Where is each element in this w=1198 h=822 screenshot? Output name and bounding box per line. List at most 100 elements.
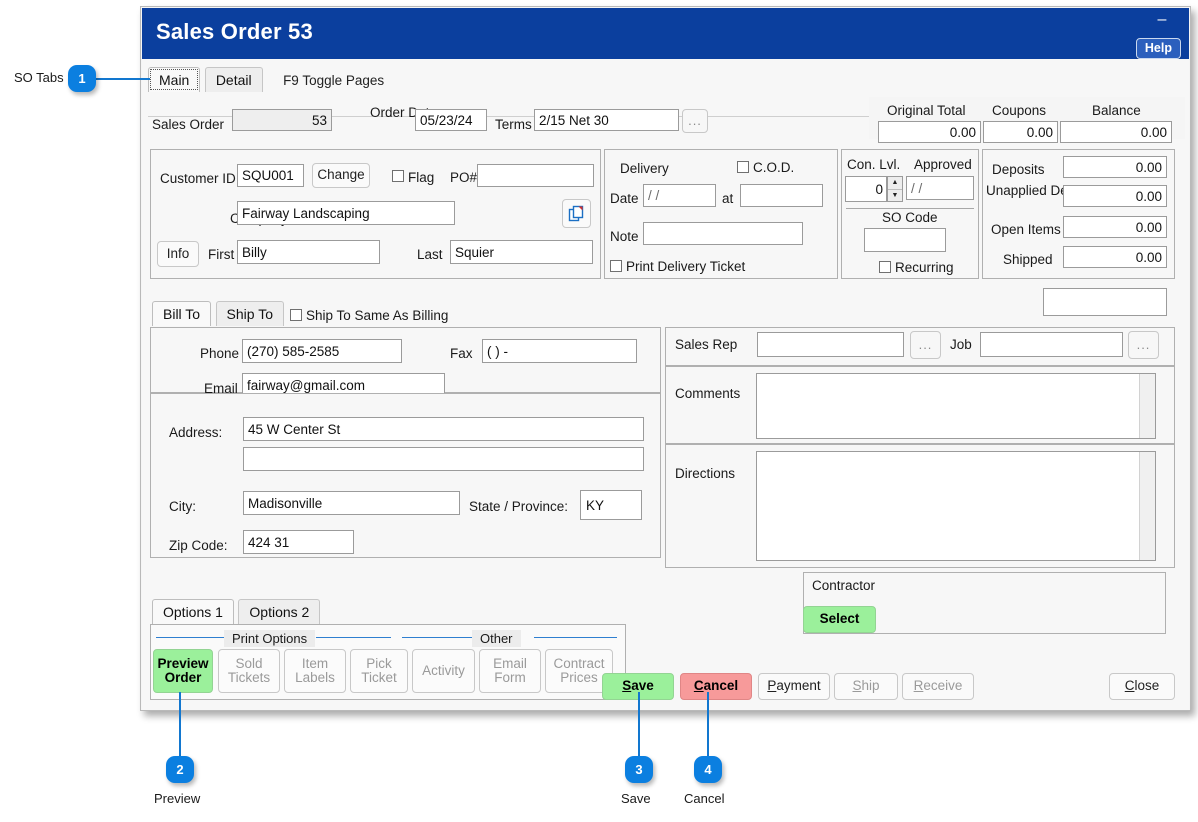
- tab-options-2[interactable]: Options 2: [238, 599, 321, 624]
- flag-checkbox[interactable]: [392, 170, 404, 182]
- spinner-up-icon[interactable]: ▲: [888, 177, 902, 190]
- so-tabs: Main Detail F9 Toggle Pages: [148, 67, 384, 92]
- copy-company-button[interactable]: [562, 199, 591, 228]
- address-line1-field[interactable]: 45 W Center St: [243, 417, 644, 441]
- po-number-field[interactable]: [477, 164, 594, 187]
- comments-textarea[interactable]: [756, 373, 1156, 439]
- tab-ship-to[interactable]: Ship To: [215, 301, 284, 326]
- contractor-title: Contractor: [812, 578, 876, 593]
- last-name-label: Last: [417, 247, 443, 262]
- delivery-date-label: Date: [610, 191, 639, 206]
- delivery-at-field[interactable]: [740, 184, 823, 207]
- phone-field[interactable]: (270) 585-2585: [242, 339, 402, 363]
- approved-date-field[interactable]: / /: [906, 176, 974, 200]
- callout-badge-2: 2: [166, 756, 194, 783]
- ship-button[interactable]: Ship: [834, 673, 898, 700]
- email-form-button[interactable]: Email Form: [479, 649, 541, 693]
- pick-ticket-line2: Ticket: [361, 670, 397, 685]
- state-province-label: State / Province:: [469, 499, 569, 514]
- window-titlebar: Sales Order 53 – Help: [142, 8, 1189, 59]
- order-date-field[interactable]: 05/23/24: [415, 109, 487, 131]
- item-labels-button[interactable]: Item Labels: [284, 649, 346, 693]
- so-code-field[interactable]: [864, 228, 946, 252]
- sales-rep-field[interactable]: [757, 332, 904, 357]
- sold-tickets-line2: Tickets: [227, 670, 271, 685]
- receive-button[interactable]: Receive: [902, 673, 974, 700]
- spinner-down-icon[interactable]: ▼: [888, 190, 902, 202]
- fax-field[interactable]: ( ) -: [482, 339, 637, 363]
- delivery-note-field[interactable]: [643, 222, 803, 245]
- terms-browse-button[interactable]: ...: [682, 109, 708, 133]
- change-customer-button[interactable]: Change: [312, 163, 370, 188]
- tab-detail[interactable]: Detail: [204, 67, 263, 92]
- email-form-line2: Form: [494, 670, 526, 685]
- ship-to-same-as-billing-checkbox[interactable]: [290, 309, 302, 321]
- con-lvl-spinner[interactable]: ▲ ▼: [887, 176, 903, 202]
- print-options-separator-left: [156, 637, 224, 638]
- tab-options-1[interactable]: Options 1: [152, 599, 234, 624]
- help-button[interactable]: Help: [1135, 38, 1181, 59]
- info-button[interactable]: Info: [157, 241, 199, 267]
- last-name-field[interactable]: Squier: [450, 240, 593, 264]
- sold-tickets-button[interactable]: Sold Tickets: [218, 649, 280, 693]
- cod-checkbox[interactable]: [737, 161, 749, 173]
- payment-accel: P: [767, 678, 777, 694]
- directions-textarea[interactable]: [756, 451, 1156, 561]
- preview-order-line1: Preview: [157, 655, 209, 671]
- open-items-field: 0.00: [1063, 216, 1167, 238]
- copy-icon: [568, 205, 584, 222]
- sales-order-label: Sales Order: [152, 117, 225, 132]
- close-rest: lose: [1134, 678, 1160, 694]
- delivery-title: Delivery: [620, 161, 669, 176]
- tab-bill-to[interactable]: Bill To: [152, 301, 212, 326]
- recurring-checkbox[interactable]: [879, 261, 891, 273]
- tabs-hint-label: F9 Toggle Pages: [283, 73, 385, 88]
- pick-ticket-button[interactable]: Pick Ticket: [350, 649, 408, 693]
- first-name-field[interactable]: Billy: [237, 240, 380, 264]
- city-field[interactable]: Madisonville: [243, 491, 460, 515]
- item-labels-line1: Item: [301, 655, 329, 671]
- unapplied-deposits-label: Unapplied Deposits: [986, 183, 1103, 198]
- callout-badge-4: 4: [694, 756, 722, 783]
- print-delivery-ticket-checkbox[interactable]: [610, 260, 622, 272]
- deposits-field: 0.00: [1063, 156, 1167, 178]
- job-label: Job: [950, 337, 972, 352]
- coupons-field: 0.00: [983, 121, 1058, 143]
- delivery-date-field[interactable]: / /: [643, 184, 716, 207]
- sales-rep-browse-button[interactable]: ...: [910, 331, 941, 359]
- fax-label: Fax: [450, 346, 473, 361]
- cancel-accel: C: [693, 678, 704, 694]
- page-title: Sales Order 53: [156, 19, 313, 44]
- tab-main[interactable]: Main: [148, 67, 201, 92]
- print-options-separator-right: [316, 637, 391, 638]
- control-divider: [846, 208, 974, 209]
- terms-field[interactable]: 2/15 Net 30: [534, 109, 679, 131]
- company-field[interactable]: Fairway Landscaping: [237, 201, 455, 225]
- directions-scrollbar[interactable]: [1139, 452, 1155, 560]
- cancel-button[interactable]: Cancel: [680, 673, 752, 700]
- customer-id-label: Customer ID: [160, 171, 236, 186]
- job-browse-button[interactable]: ...: [1128, 331, 1159, 359]
- con-lvl-label: Con. Lvl.: [847, 157, 901, 172]
- zip-code-field[interactable]: 424 31: [243, 530, 354, 554]
- state-province-select[interactable]: KY: [580, 490, 642, 520]
- address-line2-field[interactable]: [243, 447, 644, 471]
- contractor-select-button[interactable]: Select: [803, 606, 876, 633]
- other-separator-left: [402, 637, 472, 638]
- payment-button[interactable]: Payment: [758, 673, 830, 700]
- activity-button[interactable]: Activity: [412, 649, 475, 693]
- phone-label: Phone: [200, 346, 240, 361]
- status-dropdown[interactable]: [1043, 288, 1167, 316]
- open-items-label: Open Items: [991, 222, 1061, 237]
- print-delivery-ticket-label: Print Delivery Ticket: [626, 259, 746, 274]
- sales-order-window: Sales Order 53 – Help Main Detail F9 Tog…: [140, 6, 1191, 711]
- close-button[interactable]: Close: [1109, 673, 1175, 700]
- con-lvl-field[interactable]: 0: [845, 176, 887, 202]
- preview-order-button[interactable]: Preview Order: [153, 649, 213, 693]
- callout-badge-3: 3: [625, 756, 653, 783]
- customer-id-field[interactable]: SQU001: [237, 164, 304, 187]
- job-field[interactable]: [980, 332, 1123, 357]
- comments-scrollbar[interactable]: [1139, 374, 1155, 438]
- callout-label-1: SO Tabs: [14, 70, 64, 85]
- minimize-button[interactable]: –: [1153, 12, 1171, 30]
